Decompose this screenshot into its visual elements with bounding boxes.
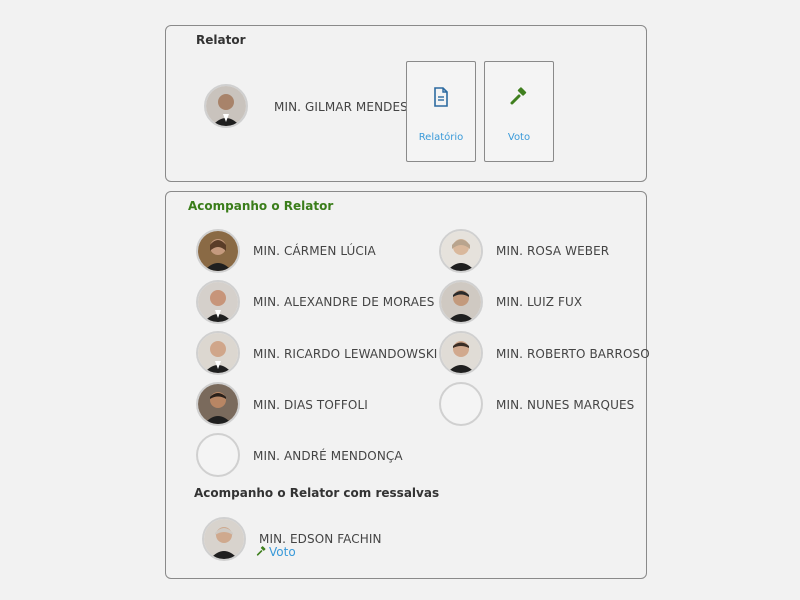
avatar	[196, 280, 240, 324]
acompanho-section-title: Acompanho o Relator	[188, 199, 334, 213]
avatar	[439, 229, 483, 273]
minister-name: MIN. ROBERTO BARROSO	[496, 347, 650, 361]
relator-section-title: Relator	[196, 33, 246, 47]
minister-name: MIN. ALEXANDRE DE MORAES	[253, 295, 435, 309]
relator-panel: Relator MIN. GILMAR MENDES Relatório Vot…	[165, 25, 647, 182]
gavel-icon	[256, 546, 266, 556]
avatar	[196, 331, 240, 375]
avatar-placeholder	[439, 382, 483, 426]
ressalvas-section-title: Acompanho o Relator com ressalvas	[194, 486, 440, 500]
ressalvas-voto-link[interactable]: Voto	[256, 545, 296, 559]
document-icon	[407, 87, 475, 111]
avatar	[439, 280, 483, 324]
voto-button[interactable]: Voto	[484, 61, 554, 162]
minister-name: MIN. NUNES MARQUES	[496, 398, 635, 412]
ressalvas-minister-name: MIN. EDSON FACHIN	[259, 532, 382, 546]
avatar	[202, 517, 246, 561]
gavel-icon	[485, 87, 553, 111]
avatar	[204, 84, 248, 128]
minister-name: MIN. LUIZ FUX	[496, 295, 583, 309]
relatorio-label: Relatório	[418, 132, 464, 143]
avatar	[196, 229, 240, 273]
voto-label: Voto	[507, 132, 531, 143]
minister-name: MIN. DIAS TOFFOLI	[253, 398, 368, 412]
minister-name: MIN. RICARDO LEWANDOWSKI	[253, 347, 438, 361]
avatar	[196, 382, 240, 426]
votes-panel: Acompanho o Relator MIN. CÁRMEN LÚCIA MI…	[165, 191, 650, 579]
ressalvas-voto-label: Voto	[269, 545, 296, 559]
minister-name: MIN. CÁRMEN LÚCIA	[253, 244, 376, 258]
relator-minister-name: MIN. GILMAR MENDES	[274, 100, 408, 114]
minister-name: MIN. ANDRÉ MENDONÇA	[253, 449, 403, 463]
minister-name: MIN. ROSA WEBER	[496, 244, 610, 258]
avatar-placeholder	[196, 433, 240, 477]
avatar	[439, 331, 483, 375]
relatorio-button[interactable]: Relatório	[406, 61, 476, 162]
